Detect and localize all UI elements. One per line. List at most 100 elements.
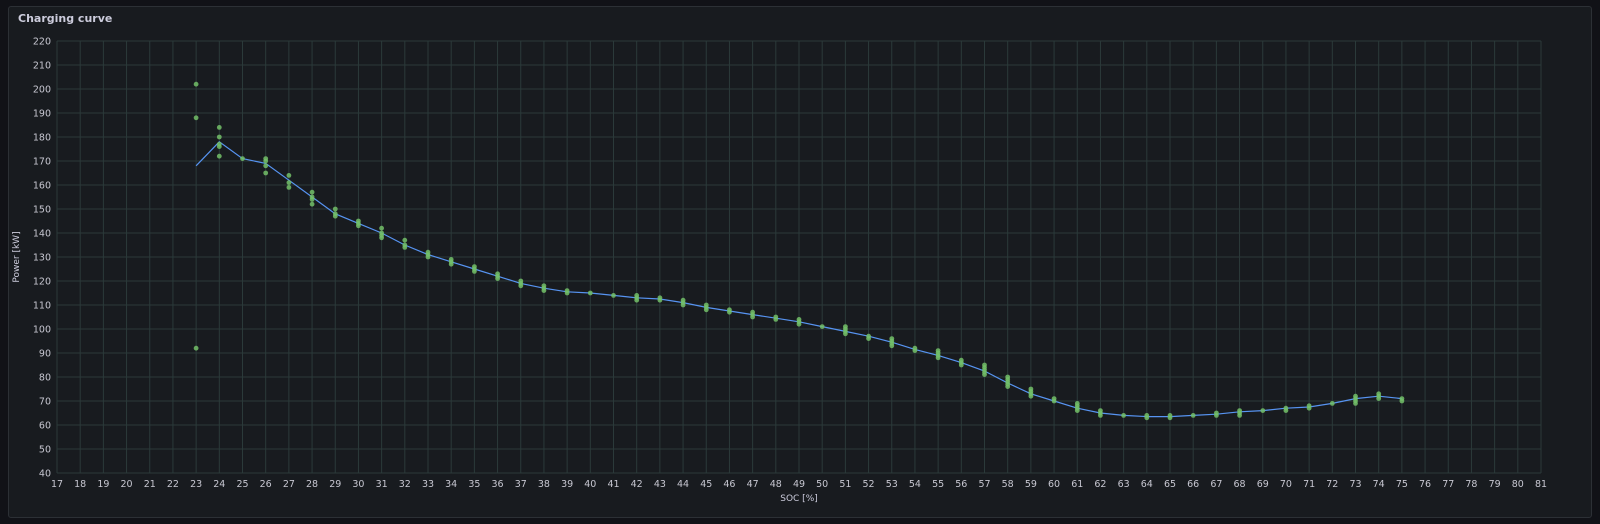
data-point[interactable]: [332, 213, 338, 219]
data-point[interactable]: [773, 317, 779, 322]
data-point[interactable]: [1399, 398, 1405, 404]
data-point[interactable]: [796, 321, 802, 327]
x-tick-label: 28: [306, 479, 318, 490]
x-tick-label: 73: [1349, 479, 1361, 490]
data-point[interactable]: [1028, 393, 1034, 399]
data-point[interactable]: [819, 324, 825, 329]
x-tick-label: 59: [1025, 479, 1037, 490]
x-tick-label: 69: [1257, 479, 1269, 490]
data-point[interactable]: [958, 362, 964, 368]
x-tick-label: 34: [445, 479, 457, 490]
data-point[interactable]: [309, 197, 315, 202]
x-tick-label: 71: [1303, 479, 1315, 490]
x-axis-ticks: 17 18 19 20 21 22 23 24 25 26 27 28 29 30 31 32 33 34 35 36…: [51, 479, 1547, 490]
data-point[interactable]: [472, 269, 477, 274]
data-point[interactable]: [750, 314, 755, 320]
data-point[interactable]: [1144, 415, 1150, 421]
x-tick-label: 75: [1396, 479, 1408, 490]
x-tick-label: 41: [607, 479, 619, 490]
y-tick-label: 170: [33, 157, 51, 168]
data-point[interactable]: [193, 81, 199, 87]
data-point[interactable]: [912, 348, 918, 353]
data-point[interactable]: [286, 180, 292, 186]
data-point[interactable]: [657, 297, 663, 303]
x-tick-label: 54: [909, 479, 921, 490]
y-tick-label: 100: [33, 325, 51, 336]
x-tick-label: 78: [1465, 479, 1477, 490]
data-point[interactable]: [193, 345, 199, 351]
x-tick-label: 62: [1094, 479, 1106, 490]
data-point[interactable]: [309, 189, 315, 195]
data-point[interactable]: [286, 185, 292, 190]
x-tick-label: 31: [376, 479, 388, 490]
data-point[interactable]: [611, 293, 616, 298]
data-point[interactable]: [379, 225, 384, 231]
x-tick-label: 20: [121, 479, 133, 490]
data-point[interactable]: [634, 297, 640, 303]
data-point[interactable]: [448, 261, 454, 267]
x-tick-label: 46: [723, 479, 735, 490]
x-tick-label: 17: [51, 479, 63, 490]
x-tick-label: 55: [932, 479, 944, 490]
data-point[interactable]: [425, 254, 431, 260]
data-point[interactable]: [263, 163, 269, 169]
data-point[interactable]: [518, 283, 524, 289]
data-point[interactable]: [193, 115, 199, 121]
charging-curve-chart[interactable]: 40 50 60 70 80 90 100 110 120 130 140 150 160 170 180 1…: [9, 7, 1593, 519]
data-point[interactable]: [1051, 398, 1057, 404]
data-point[interactable]: [309, 201, 315, 207]
data-point[interactable]: [1260, 408, 1266, 413]
data-point[interactable]: [1283, 408, 1289, 413]
data-point[interactable]: [216, 125, 222, 130]
data-point[interactable]: [1329, 401, 1335, 406]
y-tick-label: 200: [33, 85, 51, 96]
data-point[interactable]: [1121, 413, 1126, 418]
data-point[interactable]: [1190, 413, 1196, 418]
data-point[interactable]: [379, 235, 384, 241]
x-tick-label: 39: [561, 479, 573, 490]
x-tick-label: 58: [1002, 479, 1014, 490]
data-point[interactable]: [402, 237, 408, 243]
data-point[interactable]: [1214, 413, 1219, 418]
data-point[interactable]: [332, 206, 338, 212]
x-tick-label: 77: [1442, 479, 1454, 490]
data-point[interactable]: [982, 372, 987, 377]
data-point[interactable]: [216, 134, 222, 140]
data-point[interactable]: [1353, 401, 1358, 406]
data-point[interactable]: [356, 223, 361, 229]
data-point[interactable]: [680, 302, 686, 308]
data-point[interactable]: [866, 336, 871, 341]
x-tick-label: 79: [1489, 479, 1501, 490]
data-point[interactable]: [1237, 413, 1242, 418]
data-point[interactable]: [402, 245, 408, 250]
data-point[interactable]: [564, 290, 570, 296]
data-point[interactable]: [727, 309, 732, 315]
x-tick-label: 35: [468, 479, 480, 490]
x-tick-label: 36: [492, 479, 504, 490]
y-tick-label: 80: [39, 373, 51, 384]
data-point[interactable]: [263, 170, 269, 176]
data-point[interactable]: [1005, 384, 1011, 389]
data-point[interactable]: [495, 276, 500, 281]
data-point[interactable]: [1074, 408, 1080, 413]
data-point[interactable]: [240, 156, 245, 162]
x-tick-label: 49: [793, 479, 805, 490]
x-tick-label: 42: [631, 479, 643, 490]
x-tick-label: 81: [1535, 479, 1547, 490]
data-point[interactable]: [889, 343, 895, 349]
data-point[interactable]: [843, 331, 848, 337]
data-point[interactable]: [1376, 396, 1382, 401]
data-point[interactable]: [587, 290, 593, 296]
x-tick-label: 80: [1512, 479, 1524, 490]
data-point[interactable]: [935, 355, 941, 361]
data-point[interactable]: [1306, 405, 1312, 411]
y-tick-label: 150: [33, 205, 51, 216]
data-point[interactable]: [216, 144, 222, 150]
data-point[interactable]: [263, 158, 269, 164]
data-point[interactable]: [1098, 413, 1103, 418]
data-point[interactable]: [541, 288, 547, 293]
data-point[interactable]: [703, 307, 709, 313]
data-point[interactable]: [286, 173, 292, 178]
data-point[interactable]: [216, 153, 222, 159]
data-point[interactable]: [1167, 415, 1173, 421]
